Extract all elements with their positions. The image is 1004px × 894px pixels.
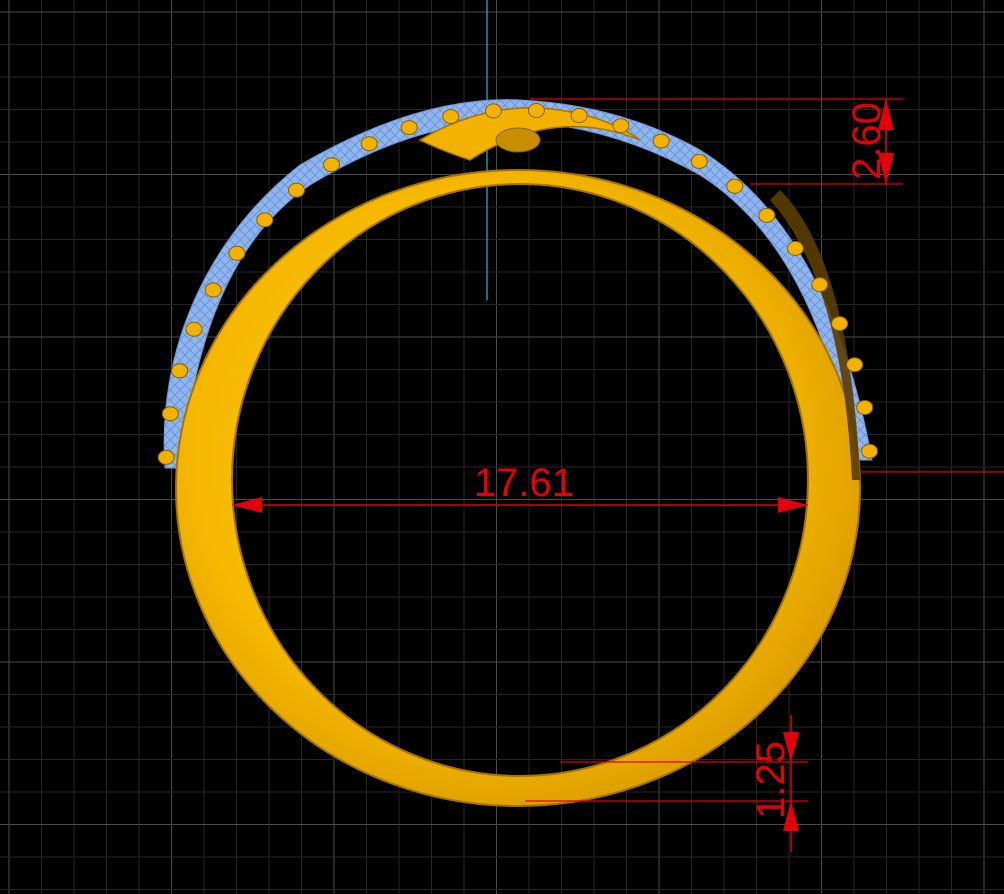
prong — [652, 133, 670, 149]
prong — [527, 103, 545, 118]
prong — [861, 443, 878, 459]
top-bead — [495, 127, 541, 153]
prong — [204, 282, 222, 298]
top-height-label: 2.60 — [845, 102, 889, 180]
prong — [360, 136, 378, 152]
prong — [612, 118, 630, 134]
viewport-canvas[interactable]: 17.61 2.60 1.25 — [0, 0, 1004, 894]
prong — [811, 277, 829, 293]
prong — [690, 153, 708, 169]
prong — [161, 406, 179, 422]
prong — [484, 103, 502, 119]
prong — [400, 120, 418, 136]
prong — [157, 449, 175, 465]
prong — [323, 157, 340, 173]
prong — [846, 357, 864, 373]
prong — [228, 245, 246, 261]
prong — [171, 363, 189, 379]
prong — [831, 316, 849, 332]
prong — [758, 207, 776, 223]
dimension-inner-diameter[interactable]: 17.61 — [232, 461, 1004, 513]
ring-model[interactable] — [157, 99, 878, 807]
diameter-label: 17.61 — [474, 461, 574, 505]
prong — [570, 108, 588, 123]
prong — [786, 240, 804, 256]
bottom-thickness-label: 1.25 — [749, 741, 793, 819]
prong — [856, 400, 874, 415]
prong — [185, 321, 203, 337]
prong — [256, 212, 274, 228]
prong — [442, 109, 460, 125]
prong — [288, 182, 305, 198]
prong — [726, 178, 744, 194]
cad-viewport[interactable]: 17.61 2.60 1.25 — [0, 0, 1004, 894]
